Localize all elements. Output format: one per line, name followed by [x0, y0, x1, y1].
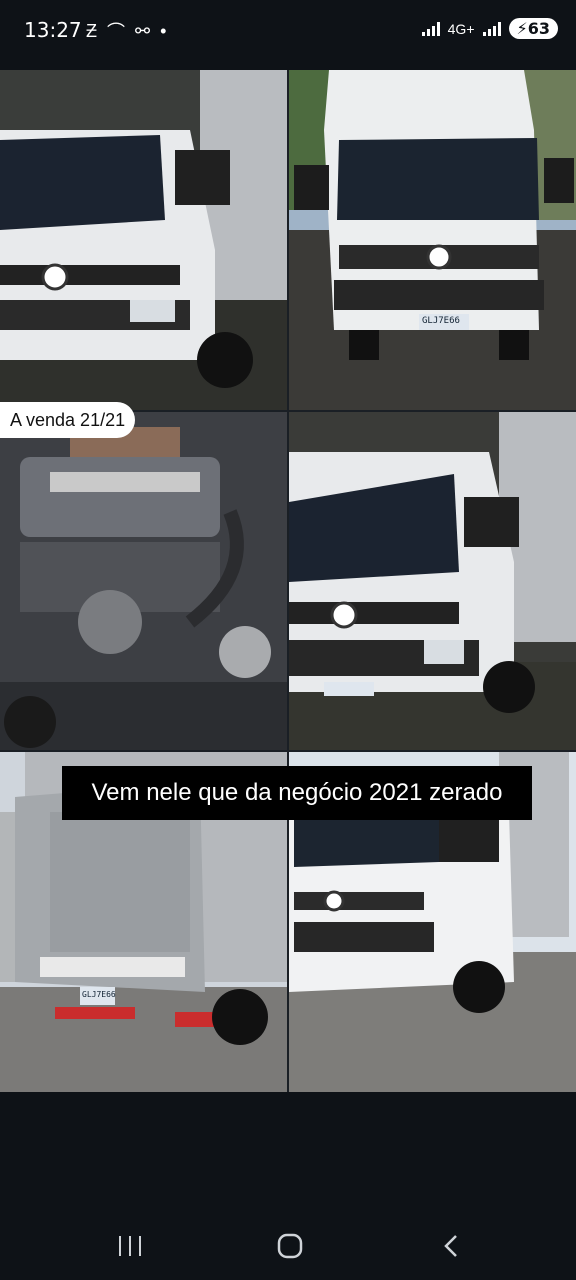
back-icon — [444, 1235, 457, 1257]
clock: 13:27 — [24, 18, 82, 42]
home-icon — [277, 1233, 303, 1259]
photo-engine-bay — [0, 412, 287, 750]
photo-truck-front: GLJ7E66 — [289, 70, 576, 410]
license-plate-front: GLJ7E66 — [422, 316, 460, 326]
photo-truck-front-left-2 — [289, 412, 576, 750]
notification-icons: Ƶ ⌒ ⚯ • — [86, 18, 166, 44]
signal-icon — [421, 21, 440, 36]
home-button[interactable] — [270, 1226, 310, 1266]
recents-button[interactable] — [110, 1226, 150, 1266]
caption-main: Vem nele que da negócio 2021 zerado — [62, 766, 532, 820]
notification-dot-icon: • — [160, 20, 167, 41]
battery-level: 63 — [527, 19, 550, 38]
battery-icon: ⚡63 — [508, 18, 558, 39]
system-icons: 4G+ ⚡63 — [421, 18, 558, 39]
notification-link-icon: ⚯ — [135, 20, 151, 41]
network-type: 4G+ — [447, 20, 475, 37]
back-button[interactable] — [432, 1226, 472, 1266]
navigation-bar — [0, 1200, 576, 1280]
notification-app-icon: Ƶ — [86, 20, 97, 41]
photo-collage[interactable]: GLJ7E66 GLJ7E66 A venda 21/21 Vem nele q… — [0, 70, 576, 1092]
notification-bird-icon: ⌒ — [107, 22, 125, 42]
signal-icon-2 — [482, 21, 501, 36]
recents-icon — [119, 1236, 141, 1256]
caption-sale-tag: A venda 21/21 — [0, 402, 136, 438]
status-bar: 13:27 Ƶ ⌒ ⚯ • 4G+ ⚡63 — [0, 0, 576, 62]
photo-truck-front-left — [0, 70, 287, 410]
license-plate-rear: GLJ7E66 — [82, 990, 116, 999]
